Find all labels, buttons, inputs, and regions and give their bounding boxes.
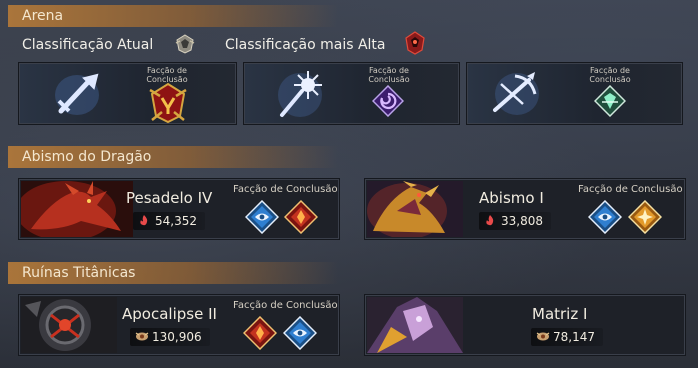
power-number: 54,352 (155, 214, 197, 228)
blue-eye-icon (588, 200, 622, 234)
power-value: 54,352 (133, 212, 205, 230)
faction-label: Facção de Conclusão (578, 184, 683, 195)
power-number: 130,906 (152, 330, 202, 344)
dungeon-card-abismo[interactable]: Abismo I 33,808 Facção de Conclusão (364, 178, 686, 240)
blue-eye-icon (283, 316, 317, 350)
current-rank-icon[interactable] (174, 33, 196, 55)
power-value: 78,147 (531, 328, 603, 346)
titan-artwork (367, 297, 463, 353)
arena-slot-1[interactable]: Facção de Conclusão (18, 62, 237, 125)
section-header-dragon-abyss: Abismo do Dragão (8, 146, 338, 168)
power-value: 130,906 (130, 328, 210, 346)
highest-rank-icon[interactable] (402, 30, 428, 56)
section-header-titan-ruins: Ruínas Titânicas (8, 262, 338, 284)
highest-rank-label: Classificação mais Alta (225, 37, 386, 53)
power-crest-icon (536, 331, 550, 342)
flame-power-icon (138, 215, 150, 226)
titan-artwork (21, 297, 117, 353)
faction-label: Facção de Conclusão (233, 184, 338, 195)
power-number: 33,808 (501, 214, 543, 228)
purple-spiral-icon (372, 85, 404, 117)
flame-power-icon (484, 215, 496, 226)
faction-label: Facção de Conclusão (233, 300, 338, 311)
section-header-arena: Arena (8, 5, 338, 27)
crossbow-icon (487, 68, 545, 122)
arena-slot-3[interactable]: Facção de Conclusão (466, 62, 683, 125)
green-emblem-icon (594, 85, 626, 117)
faction-label: Facção de Conclusão (368, 66, 410, 84)
dungeon-card-matriz[interactable]: Matriz I 78,147 (364, 294, 686, 356)
faction-label: Facção de Conclusão (589, 66, 631, 84)
dragon-artwork (21, 181, 133, 237)
red-diamond-icon (284, 200, 318, 234)
dragon-artwork (367, 181, 463, 237)
power-value: 33,808 (479, 212, 551, 230)
dungeon-title: Matriz I (532, 305, 588, 323)
dungeon-card-apocalipse[interactable]: Apocalipse II 130,906 Facção de Conclusã… (18, 294, 340, 356)
crimson-crest-icon (146, 82, 190, 124)
sword-icon (49, 69, 105, 121)
arena-slot-2[interactable]: Facção de Conclusão (243, 62, 460, 125)
power-number: 78,147 (553, 330, 595, 344)
dungeon-title: Pesadelo IV (126, 189, 213, 207)
power-crest-icon (135, 331, 149, 342)
red-diamond-icon (243, 316, 277, 350)
dungeon-card-pesadelo[interactable]: Pesadelo IV 54,352 Facção de Conclusão (18, 178, 340, 240)
dungeon-title: Abismo I (479, 189, 544, 207)
blue-eye-icon (245, 200, 279, 234)
dungeon-title: Apocalipse II (122, 305, 217, 323)
current-rank-label: Classificação Atual (22, 37, 154, 53)
gold-star-icon (628, 200, 662, 234)
mace-icon (270, 67, 328, 123)
